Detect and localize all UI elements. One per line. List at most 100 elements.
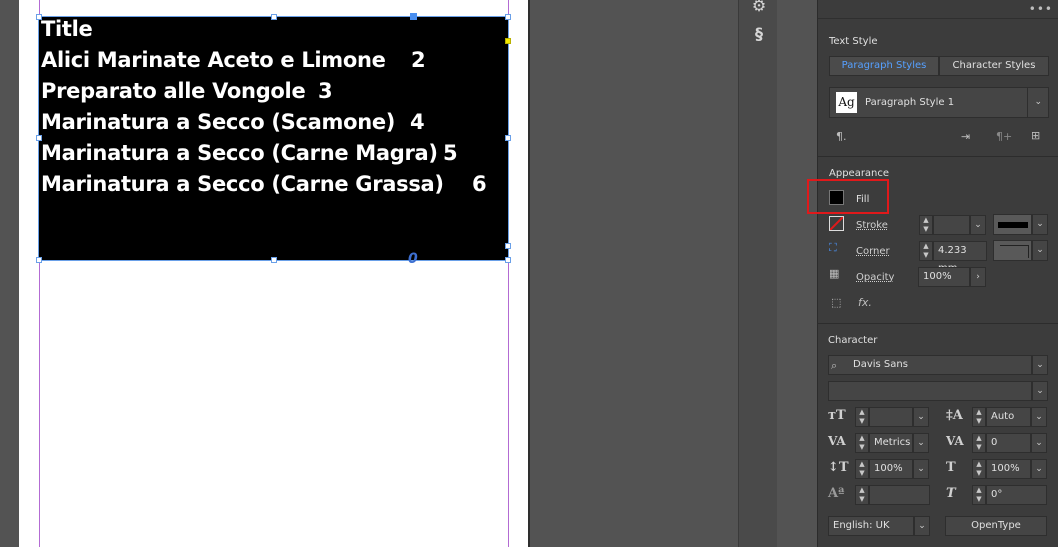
tracking-icon: VA [946, 434, 964, 448]
fill-swatch[interactable] [829, 190, 844, 205]
skew-field[interactable]: 0° [986, 485, 1047, 505]
fx-icon[interactable]: fx. [858, 296, 872, 309]
character-title: Character [828, 335, 878, 346]
fill-highlight-box [807, 179, 889, 214]
corner-shape-dropdown[interactable] [993, 240, 1032, 261]
chevron-down-icon[interactable]: ⌄ [1031, 407, 1047, 427]
chevron-down-icon[interactable]: ⌄ [1032, 240, 1048, 261]
panel-menu-icon[interactable]: ••• [1029, 2, 1053, 16]
chevron-down-icon[interactable]: ⌄ [913, 407, 929, 427]
toc-entry-title: Preparato alle Vongole [41, 79, 306, 103]
toc-entry-title: Alici Marinate Aceto e Limone [41, 48, 386, 72]
page-edge [528, 0, 530, 547]
corner-stepper[interactable]: ▲ ▼ [919, 241, 933, 261]
load-styles-icon[interactable]: ⇥ [961, 130, 970, 143]
panel-icon-strip: ⚙ § [738, 0, 779, 547]
toc-entry-page: 2 [411, 48, 426, 72]
frame-handle-middle-right[interactable] [505, 135, 511, 141]
clear-overrides-icon[interactable]: ¶+ [996, 130, 1012, 143]
font-size-stepper[interactable]: ▲ ▼ [855, 407, 869, 427]
tracking-field[interactable]: 0 [986, 433, 1031, 453]
baseline-shift-icon: Aª [828, 486, 845, 501]
opentype-button[interactable]: OpenType [945, 516, 1047, 536]
stroke-type-dropdown[interactable] [993, 214, 1032, 235]
corner-icon: ⛶ [829, 241, 837, 254]
object-effects-icon[interactable]: ⬚ [831, 296, 841, 309]
horizontal-scale-stepper[interactable]: ▲ ▼ [972, 459, 986, 479]
chevron-down-icon[interactable]: ⌄ [1031, 433, 1047, 453]
stroke-swatch[interactable] [829, 216, 844, 231]
corner-options-handle[interactable] [505, 38, 511, 44]
chevron-down-icon: ⌄ [1034, 97, 1042, 107]
corner-shape-preview [1000, 245, 1029, 258]
opacity-label[interactable]: Opacity [856, 272, 894, 283]
frame-handle-top-left[interactable] [36, 14, 42, 20]
frame-handle-bottom-right[interactable] [505, 257, 511, 263]
skew-stepper[interactable]: ▲ ▼ [972, 485, 986, 505]
corner-label[interactable]: Corner [856, 246, 890, 257]
language-dropdown[interactable]: English: UK [828, 516, 914, 536]
divider [818, 156, 1058, 157]
chevron-down-icon[interactable]: ⌄ [970, 215, 986, 235]
paragraph-style-dropdown[interactable]: Ag Paragraph Style 1 ⌄ [829, 87, 1049, 118]
selected-style-name: Paragraph Style 1 [865, 97, 955, 108]
frame-out-port[interactable] [505, 243, 511, 249]
chevron-down-icon[interactable]: ⌄ [1031, 459, 1047, 479]
chevron-down-icon[interactable]: ⌄ [914, 516, 930, 536]
stroke-type-preview [998, 222, 1028, 228]
character-styles-icon[interactable]: § [749, 24, 769, 44]
toc-text-frame[interactable]: Title Alici Marinate Aceto e Limone 2 Pr… [38, 16, 509, 261]
frame-handle-bottom-center[interactable] [271, 257, 277, 263]
horizontal-scale-icon: T [946, 460, 956, 475]
font-style-field[interactable] [828, 381, 1032, 401]
opacity-field[interactable]: 100% [918, 267, 970, 287]
toc-entry-title: Marinatura a Secco (Scamone) [41, 110, 396, 134]
corner-size-field[interactable]: 4.233 mm [933, 241, 987, 274]
leading-field[interactable]: Auto [986, 407, 1031, 427]
toc-entry-page: 5 [443, 141, 458, 165]
appearance-title: Appearance [829, 168, 890, 179]
vertical-scale-field[interactable]: 100% [869, 459, 913, 479]
baseline-shift-stepper[interactable]: ▲ ▼ [855, 485, 869, 505]
frame-in-port[interactable] [410, 13, 417, 20]
kerning-icon: VA [828, 434, 846, 448]
frame-handle-middle-left[interactable] [36, 135, 42, 141]
leading-icon: ‡A [946, 408, 963, 423]
stroke-label[interactable]: Stroke [856, 220, 888, 231]
chevron-down-icon[interactable]: ⌄ [1032, 214, 1048, 235]
pasteboard [0, 0, 19, 547]
font-size-field[interactable] [869, 407, 913, 427]
leading-stepper[interactable]: ▲ ▼ [972, 407, 986, 427]
vertical-scale-stepper[interactable]: ▲ ▼ [855, 459, 869, 479]
toc-title: Title [41, 17, 93, 41]
swatches-icon[interactable]: ⚙ [749, 0, 769, 16]
frame-handle-top-right[interactable] [505, 14, 511, 20]
tracking-stepper[interactable]: ▲ ▼ [972, 433, 986, 453]
chevron-right-icon[interactable]: › [970, 267, 986, 287]
chevron-down-icon[interactable]: ⌄ [1032, 381, 1048, 401]
ag-style-icon: Ag [836, 92, 857, 113]
chevron-down-icon[interactable]: ⌄ [1032, 355, 1048, 375]
kerning-stepper[interactable]: ▲ ▼ [855, 433, 869, 453]
chevron-down-icon[interactable]: ⌄ [913, 459, 929, 479]
stroke-weight-field[interactable] [933, 215, 970, 235]
divider [818, 18, 1058, 19]
tab-paragraph-styles[interactable]: Paragraph Styles [829, 56, 939, 76]
font-family-field[interactable]: Davis Sans [828, 355, 1032, 375]
divider [1027, 88, 1028, 117]
kerning-field[interactable]: Metrics [869, 433, 913, 453]
horizontal-scale-field[interactable]: 100% [986, 459, 1031, 479]
tab-character-styles[interactable]: Character Styles [939, 56, 1049, 76]
frame-handle-top-center[interactable] [271, 14, 277, 20]
new-style-icon[interactable]: ⊞ [1031, 129, 1040, 142]
text-style-title: Text Style [829, 36, 878, 47]
baseline-shift-field[interactable] [869, 485, 930, 505]
divider [817, 323, 1058, 324]
pilcrow-icon[interactable]: ¶. [836, 130, 847, 143]
overset-text-icon[interactable]: 0 [408, 252, 420, 266]
chevron-down-icon[interactable]: ⌄ [913, 433, 929, 453]
skew-icon: T [946, 486, 956, 501]
vertical-scale-icon: ↕T [828, 460, 849, 475]
frame-handle-bottom-left[interactable] [36, 257, 42, 263]
stroke-stepper[interactable]: ▲ ▼ [919, 215, 933, 235]
